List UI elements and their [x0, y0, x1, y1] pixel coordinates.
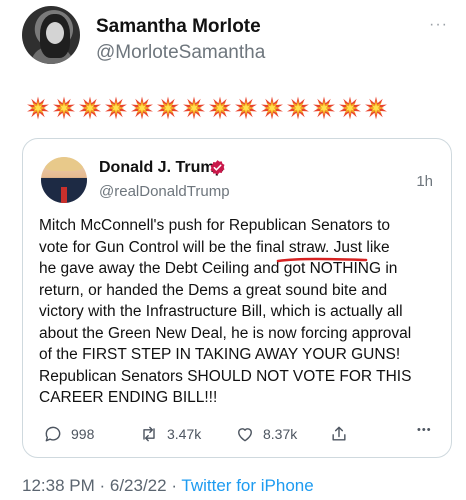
retweet-icon: [143, 426, 155, 442]
reply-button[interactable]: 998: [43, 424, 94, 444]
collision-icon: [105, 96, 127, 120]
timestamp-text: 12:38 PM · 6/23/22 ·: [22, 476, 182, 495]
share-icon: [332, 426, 346, 441]
verified-badge-icon: [210, 160, 225, 175]
collision-icon: [339, 96, 361, 120]
like-count: 8.37k: [263, 426, 298, 442]
text-line: CAREER ENDING BILL!!!: [39, 389, 218, 406]
author-handle[interactable]: @MorloteSamantha: [96, 42, 265, 64]
text-line: about the Green New Deal, he is now forc…: [39, 324, 412, 342]
source-link[interactable]: Twitter for iPhone: [181, 476, 313, 495]
collision-icon: [313, 96, 335, 120]
quoted-timestamp[interactable]: 1h: [416, 173, 433, 190]
reply-icon: [45, 426, 61, 442]
quoted-tweet-card[interactable]: Donald J. Trump @realDonaldTrump 1h Mitc…: [22, 138, 452, 458]
collision-icon: [131, 96, 153, 120]
tweet-actions: 998 3.47k 8.37k •••: [39, 424, 443, 448]
quoted-avatar[interactable]: [41, 157, 87, 203]
text-line: victory with the Infrastructure Bill, wh…: [39, 303, 403, 320]
author-name[interactable]: Samantha Morlote: [96, 16, 261, 38]
heart-icon: [238, 428, 252, 442]
tweet-timestamp: 12:38 PM · 6/23/22 · Twitter for iPhone: [22, 476, 314, 496]
retweet-count: 3.47k: [167, 426, 202, 442]
like-button[interactable]: 8.37k: [235, 424, 297, 444]
collision-icon: [27, 96, 49, 120]
share-button[interactable]: [329, 424, 349, 444]
text-line: vote for Gun Control will be the final s…: [39, 238, 390, 256]
collision-icon: [261, 96, 283, 120]
reply-count: 998: [71, 426, 95, 442]
collision-icon: [287, 96, 309, 120]
more-options-icon[interactable]: ···: [429, 16, 448, 34]
red-underline-annotation: [276, 257, 368, 263]
collision-icon: [157, 96, 179, 120]
quoted-author-name[interactable]: Donald J. Trump: [99, 159, 224, 177]
text-line: he gave away the Debt Ceiling and got NO…: [39, 260, 398, 277]
collision-icon: [235, 96, 257, 120]
tweet-header: Samantha Morlote @MorloteSamantha ···: [22, 6, 452, 70]
avatar[interactable]: [22, 6, 80, 64]
collision-icon: [365, 96, 387, 120]
collision-icon: [183, 96, 205, 120]
tweet-emoji-text: [26, 96, 388, 124]
retweet-button[interactable]: 3.47k: [139, 424, 201, 444]
collision-icon: [209, 96, 231, 120]
text-line: Mitch McConnell's push for Republican Se…: [39, 217, 391, 234]
quoted-tweet-text: Mitch McConnell's push for Republican Se…: [39, 215, 445, 409]
quoted-author-handle[interactable]: @realDonaldTrump: [99, 183, 230, 200]
collision-icon: [79, 96, 101, 120]
text-line: return, or handed the Dems a great sound…: [39, 281, 388, 299]
collision-icon: [53, 96, 75, 120]
text-line: Republican Senators SHOULD NOT VOTE FOR …: [39, 367, 412, 385]
text-line: of the FIRST STEP IN TAKING AWAY YOUR GU…: [39, 346, 401, 363]
more-actions-icon[interactable]: •••: [417, 424, 432, 436]
